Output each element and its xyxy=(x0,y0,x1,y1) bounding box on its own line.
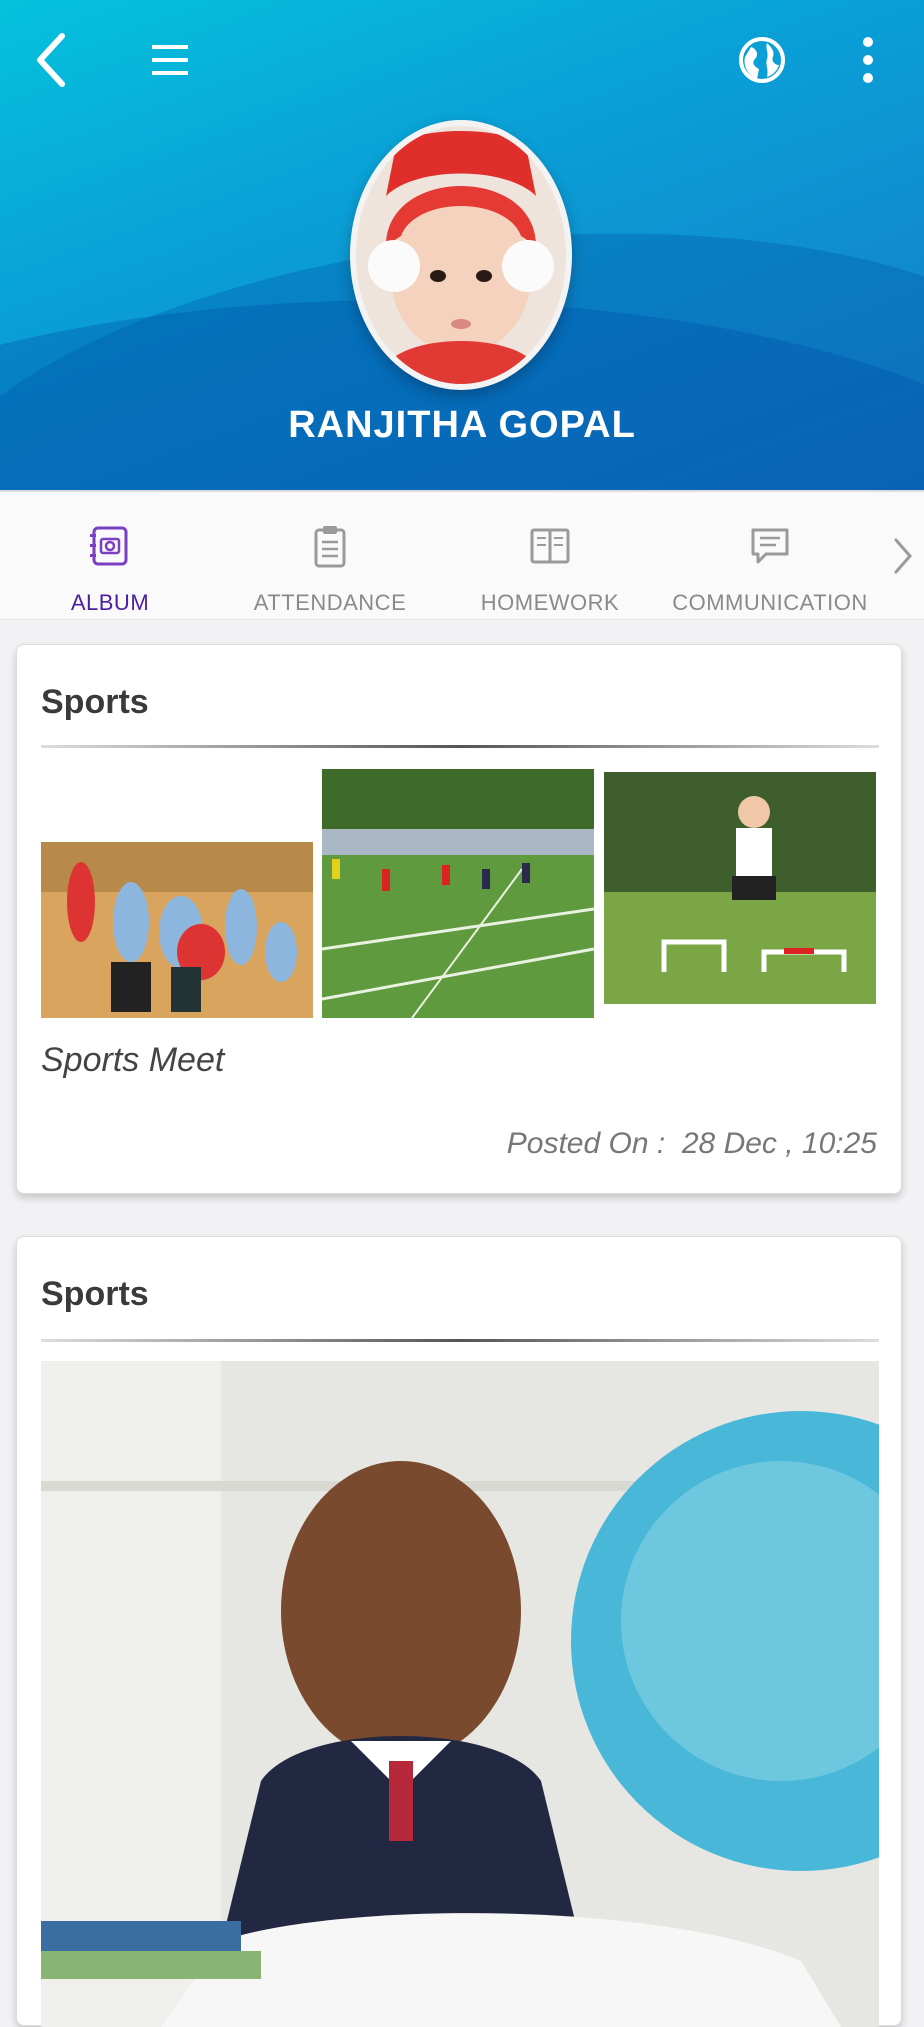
card-divider xyxy=(41,1339,879,1342)
hurdle-photo xyxy=(604,772,876,1004)
hamburger-menu-icon xyxy=(152,45,188,75)
album-card[interactable]: Sports xyxy=(16,644,902,1194)
child-photo xyxy=(356,126,566,384)
profile-header: RANJITHA GOPAL xyxy=(0,0,924,490)
card-divider xyxy=(41,745,879,748)
tab-album[interactable]: ALBUM xyxy=(0,492,220,622)
back-button[interactable] xyxy=(20,28,84,92)
tab-communication[interactable]: COMMUNICATION xyxy=(660,492,880,622)
tab-homework[interactable]: HOMEWORK xyxy=(440,492,660,622)
profile-avatar[interactable] xyxy=(350,120,572,390)
album-photo[interactable] xyxy=(41,842,313,1018)
posted-on: Posted On : 28 Dec , 10:25 xyxy=(507,1127,877,1161)
chat-icon xyxy=(751,528,789,564)
profile-name: RANJITHA GOPAL xyxy=(288,404,636,446)
album-photo[interactable] xyxy=(604,772,876,1004)
basketball-photo xyxy=(41,842,313,1018)
album-card[interactable]: Sports xyxy=(16,1236,902,2027)
book-icon xyxy=(530,528,570,564)
album-photo[interactable] xyxy=(41,1361,879,2027)
tabs-scroll-right-icon[interactable] xyxy=(888,536,916,576)
album-photo[interactable] xyxy=(322,769,594,1018)
tab-label: ALBUM xyxy=(70,590,150,615)
more-options-button[interactable] xyxy=(836,28,900,92)
student-photo xyxy=(41,1361,879,2027)
album-caption: Sports Meet xyxy=(41,1041,225,1079)
card-title: Sports xyxy=(41,683,149,721)
tab-label: HOMEWORK xyxy=(480,590,620,615)
tab-label: ATTENDANCE xyxy=(253,590,407,615)
more-vertical-icon xyxy=(863,37,873,83)
menu-button[interactable] xyxy=(138,28,202,92)
race-photo xyxy=(322,769,594,1018)
tab-label: COMMUNICATION xyxy=(672,590,868,615)
globe-icon xyxy=(739,37,785,83)
posted-on-value: 28 Dec , 10:25 xyxy=(681,1127,877,1160)
tab-attendance[interactable]: ATTENDANCE xyxy=(220,492,440,622)
tab-bar: ALBUM ATTENDANCE HOMEWORK COMMUNICATION xyxy=(0,490,924,620)
language-button[interactable] xyxy=(730,28,794,92)
album-icon xyxy=(90,526,128,566)
card-title: Sports xyxy=(41,1275,149,1313)
posted-on-label: Posted On : xyxy=(506,1127,666,1160)
clipboard-icon xyxy=(314,526,346,568)
back-icon xyxy=(37,33,65,87)
